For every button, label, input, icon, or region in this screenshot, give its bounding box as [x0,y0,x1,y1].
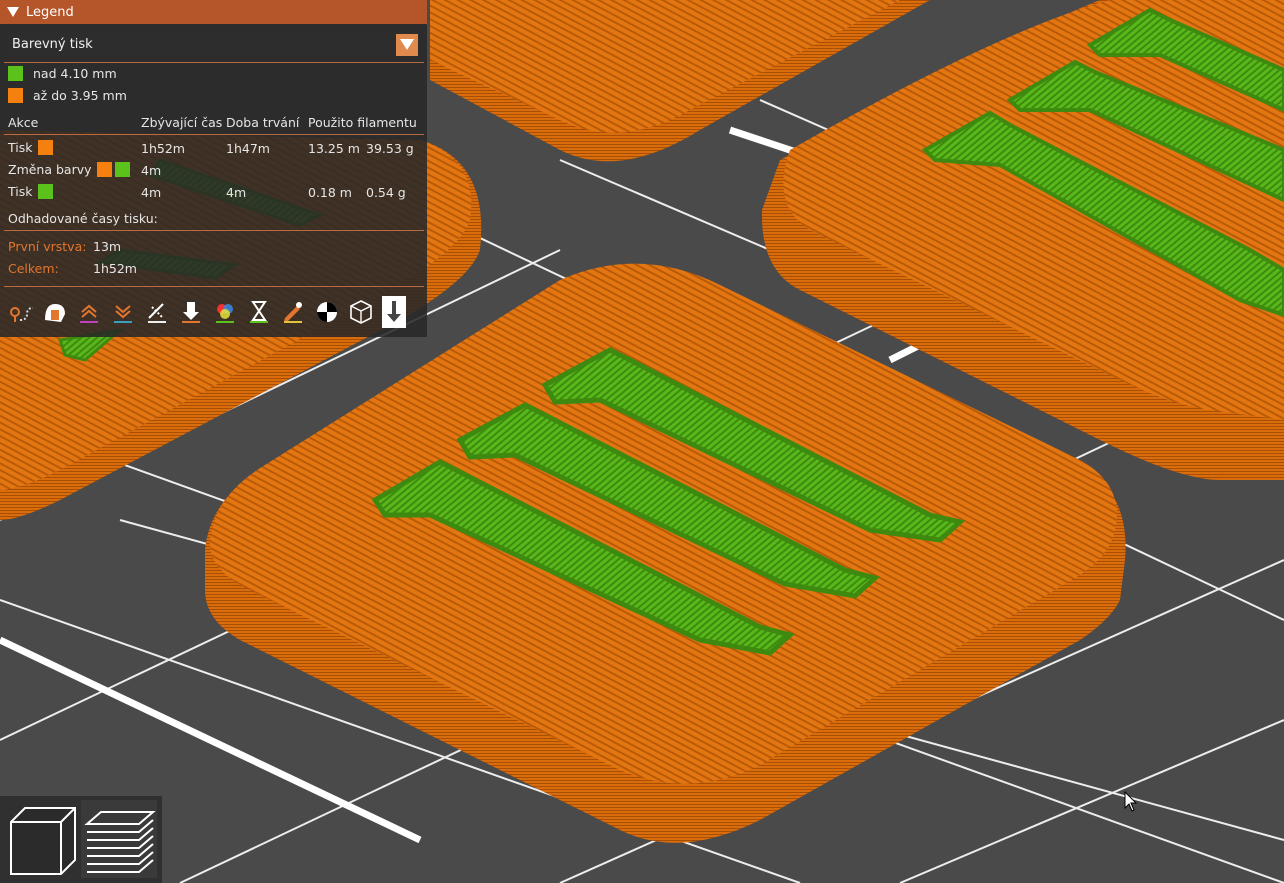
seams-icon[interactable] [140,296,174,328]
color-swatch [8,66,23,81]
total-value: 1h52m [93,261,137,276]
row-length: 0.18 m [308,185,352,200]
layers-view-button[interactable] [81,800,157,878]
view-switcher [0,796,162,883]
color-swatch [8,88,23,103]
3d-view-button[interactable] [3,800,79,878]
separator [4,134,424,135]
row-length: 13.25 m [308,141,360,156]
wipe-icon[interactable] [38,296,72,328]
header-action: Akce [8,115,39,130]
color-range-label: nad 4.10 mm [33,66,117,81]
first-layer-label: První vrstva: [8,239,87,254]
color-swatch [114,162,130,177]
color-range-item: nad 4.10 mm [8,66,117,81]
color-swatch [96,162,112,177]
legend-toolbar [4,296,406,328]
row-action: Tisk [8,140,33,155]
view-type-combo[interactable]: Barevný tisk [7,32,419,57]
tool-changes-icon[interactable] [174,296,208,328]
table-row: Změna barvy [8,162,140,177]
table-row: Tisk [8,184,63,199]
separator [4,230,424,231]
mouse-cursor-icon [1124,791,1138,812]
legend-panel: Legend Barevný tisk nad 4.10 mm až do 3.… [0,0,427,337]
total-label: Celkem: [8,261,59,276]
travel-icon[interactable] [4,296,38,328]
row-action: Změna barvy [8,162,92,177]
3d-view-icon [10,807,76,875]
row-remaining: 1h52m [141,141,185,156]
color-range-item: až do 3.95 mm [8,88,127,103]
row-duration: 1h47m [226,141,270,156]
pause-print-icon[interactable] [242,296,276,328]
view-type-selected: Barevný tisk [12,37,93,52]
legend-header[interactable]: Legend [0,0,427,24]
separator [4,62,424,63]
tool-marker-icon[interactable] [382,296,406,328]
color-changes-icon[interactable] [208,296,242,328]
shells-icon[interactable] [344,296,378,328]
collapse-triangle-icon[interactable] [7,7,19,17]
row-duration: 4m [226,185,247,200]
row-remaining: 4m [141,185,162,200]
color-range-label: až do 3.95 mm [33,88,127,103]
custom-gcode-icon[interactable] [276,296,310,328]
header-duration: Doba trvání [226,115,300,130]
header-filament: Použito filamentu [308,115,417,130]
legend-title: Legend [26,4,74,20]
header-remaining: Zbývající čas [141,115,223,130]
row-weight: 39.53 g [366,141,414,156]
estimated-times-title: Odhadované časy tisku: [8,211,158,226]
table-row: Tisk [8,140,63,155]
row-weight: 0.54 g [366,185,406,200]
separator [4,286,424,287]
chevron-down-icon[interactable] [396,33,418,56]
color-swatch [38,140,54,155]
retractions-icon[interactable] [72,296,106,328]
color-swatch [38,184,54,199]
layers-view-icon [84,811,156,873]
center-of-gravity-icon[interactable] [310,296,344,328]
row-action: Tisk [8,184,33,199]
deretractions-icon[interactable] [106,296,140,328]
first-layer-value: 13m [93,239,122,254]
row-remaining: 4m [141,163,162,178]
